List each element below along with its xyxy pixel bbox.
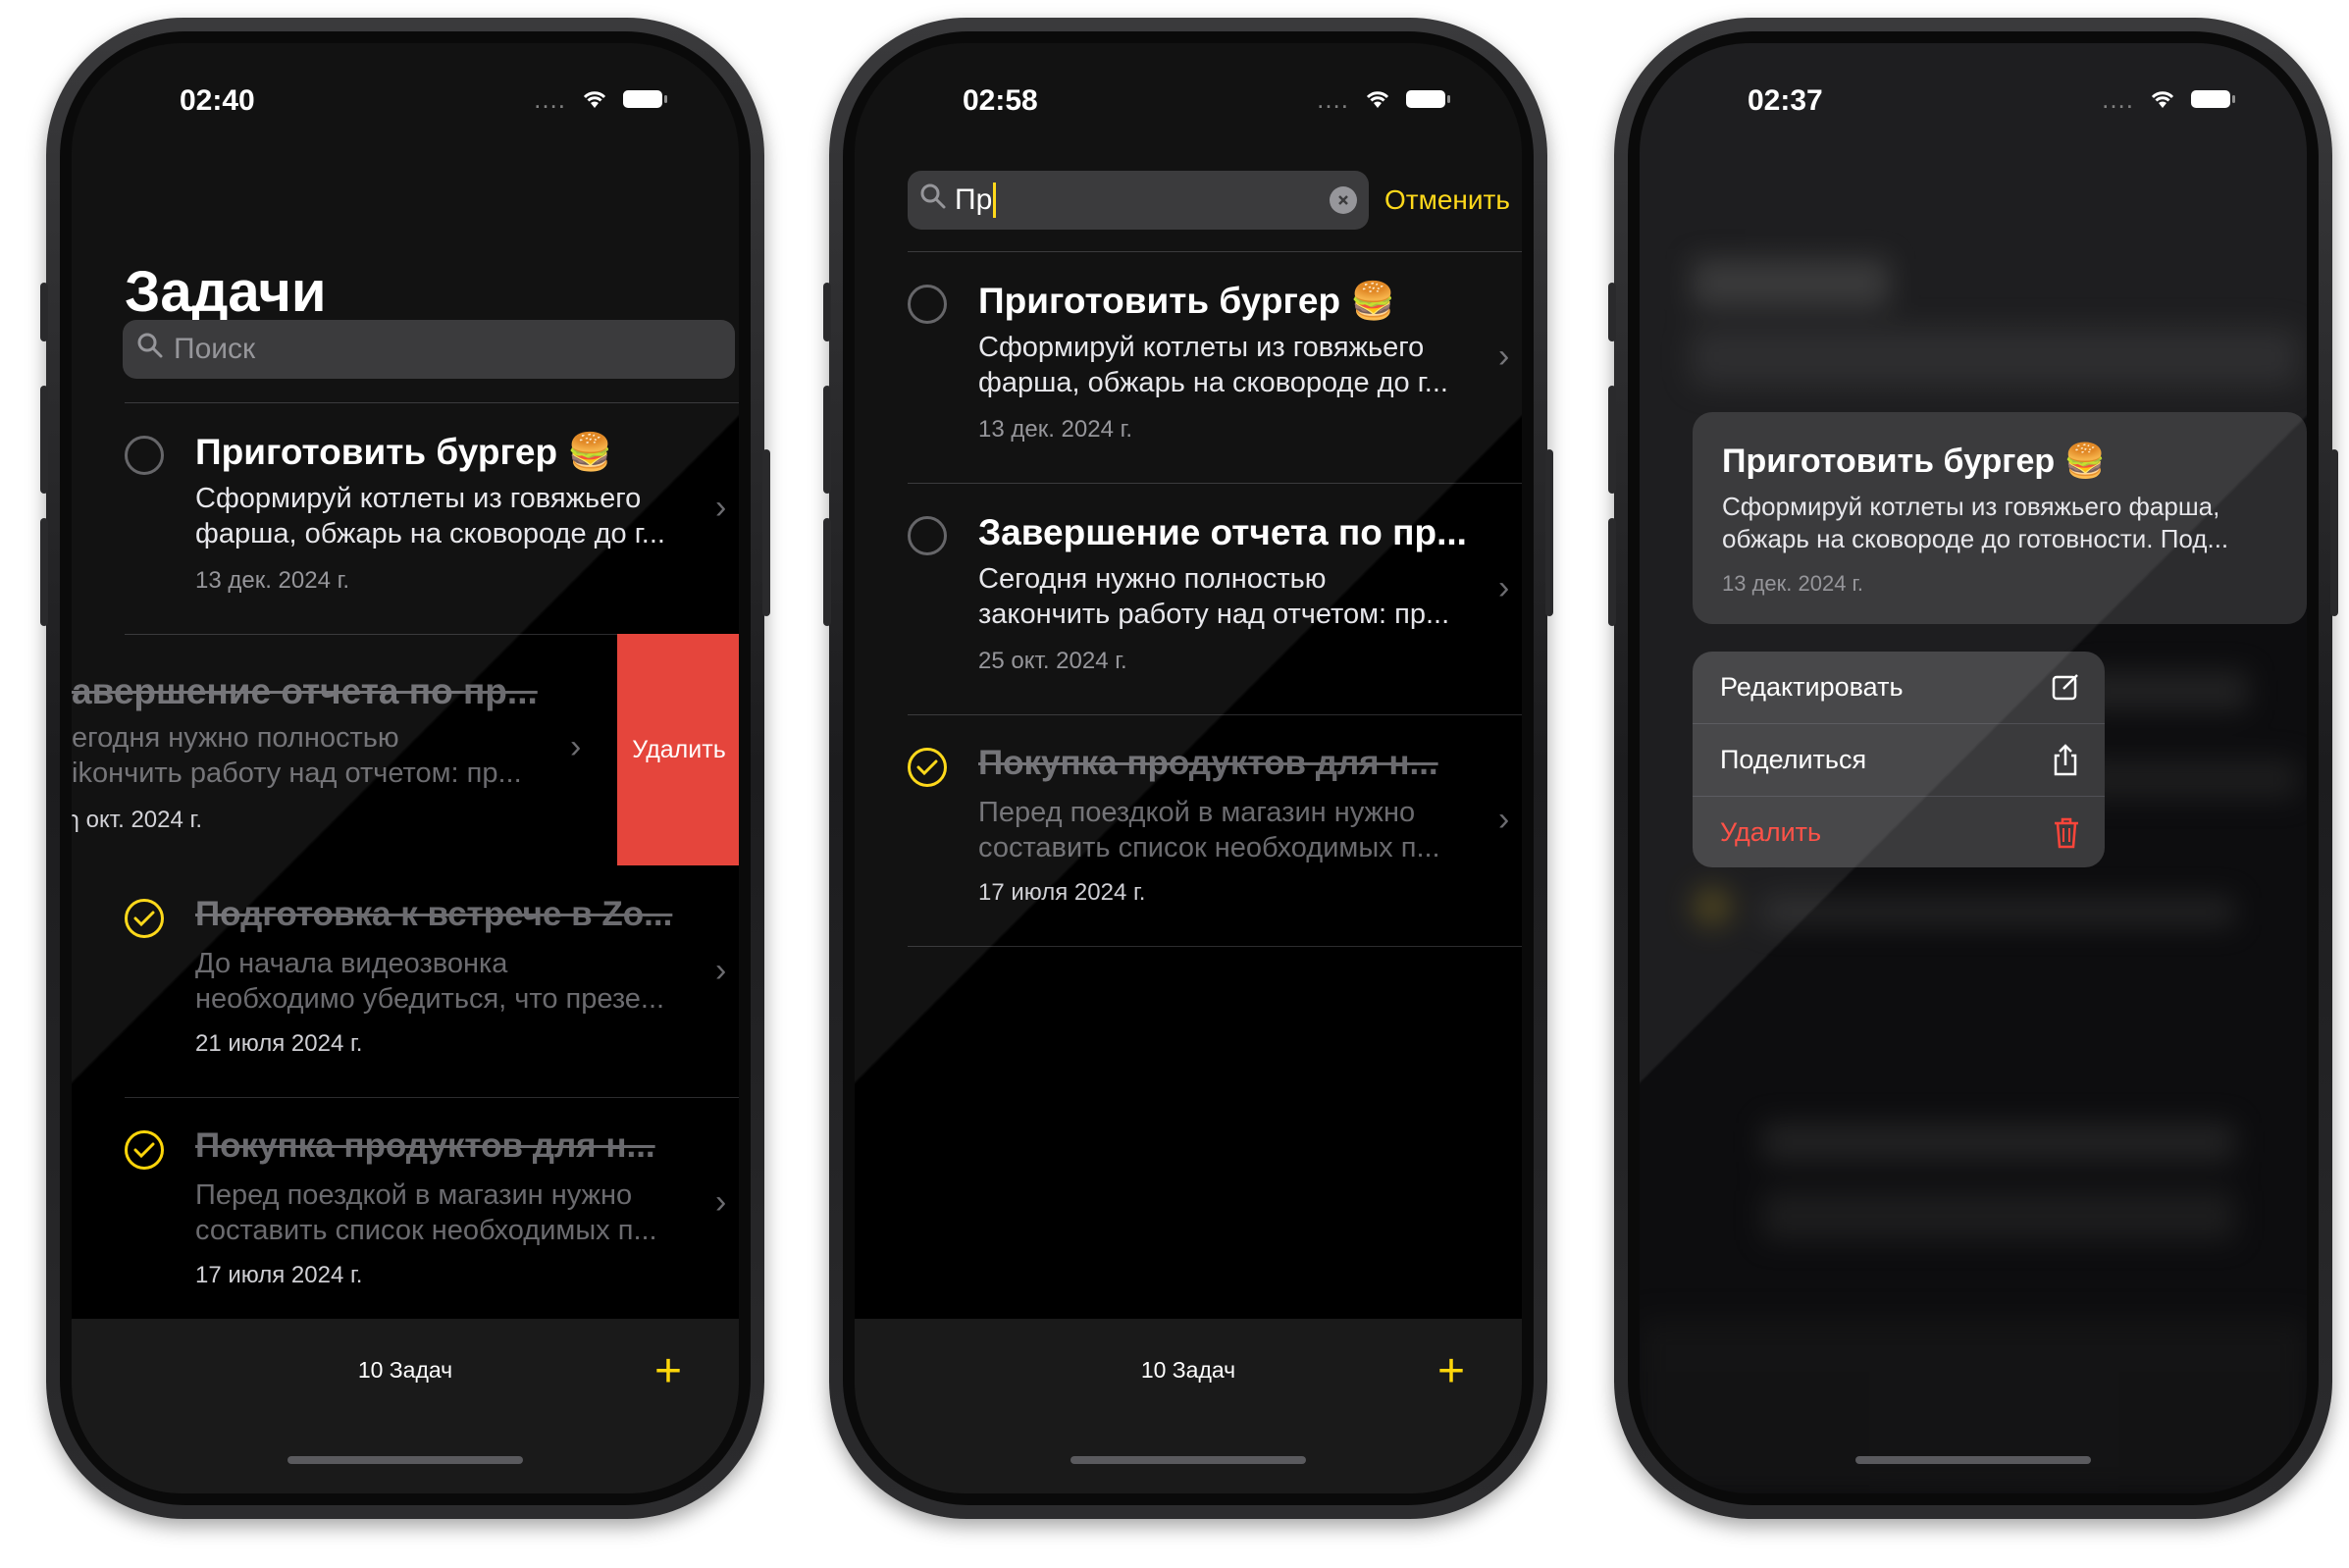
- search-input[interactable]: Пр: [908, 171, 1369, 230]
- task-description: Перед поездкой в магазин нужно составить …: [978, 797, 1440, 863]
- home-indicator[interactable]: [1070, 1456, 1306, 1464]
- menu-item-share[interactable]: Поделиться: [1693, 724, 2105, 796]
- task-date: 25 окт. 2024 г.: [978, 648, 1127, 674]
- task-description: Сформируй котлеты из говяжьего фарша, обж…: [1722, 492, 2229, 553]
- task-title: Завершение отчета по пр...: [978, 512, 1467, 552]
- task-row[interactable]: Покупка продуктов для н... Перед поездко…: [855, 714, 1522, 946]
- battery-icon: [623, 90, 667, 108]
- checkbox-empty-icon[interactable]: [908, 285, 947, 324]
- battery-icon: [1406, 90, 1450, 108]
- chevron-right-icon: ›: [1498, 338, 1510, 375]
- page-title: Задачи: [125, 260, 327, 324]
- battery-icon: [2191, 90, 2235, 108]
- status-icons: ....: [1317, 84, 1450, 114]
- chevron-right-icon: ›: [1498, 569, 1510, 606]
- task-row[interactable]: Приготовить бургер 🍔 Сформируй котлеты и…: [72, 402, 739, 638]
- checkbox-empty-icon[interactable]: [908, 516, 947, 555]
- task-title: Покупка продуктов для н...: [978, 744, 1438, 782]
- task-row[interactable]: Завершение отчета по пр... Сегодня нужно…: [855, 483, 1522, 714]
- swipe-delete-button[interactable]: Удалить: [617, 634, 739, 865]
- status-time: 02:40: [180, 84, 255, 117]
- search-icon: [919, 183, 947, 218]
- phone-frame-1: 02:40 .... Задачи Поиск Приготовить бург…: [40, 18, 770, 1519]
- trash-icon: [2052, 816, 2081, 857]
- edit-icon: [2050, 671, 2081, 709]
- phone-frame-3: 02:37 .... Приготовить бургер 🍔 Сформиру…: [1608, 18, 2338, 1519]
- checkbox-checked-icon[interactable]: [125, 899, 164, 938]
- add-task-button[interactable]: +: [1437, 1348, 1465, 1395]
- status-icons: ....: [2102, 84, 2235, 114]
- task-date: 17 июля 2024 г.: [978, 879, 1146, 906]
- task-row-swiped[interactable]: авершение отчета по пр... егодня нужно п…: [72, 634, 739, 865]
- task-date: 13 дек. 2024 г.: [978, 416, 1133, 443]
- task-row[interactable]: Подготовка к встрече в Zo... До начала в…: [72, 865, 739, 1097]
- chevron-right-icon: ›: [715, 952, 727, 989]
- task-description: егодня нужно полностью ikончить работу на…: [72, 722, 522, 789]
- search-input[interactable]: Поиск: [123, 320, 735, 379]
- screen-task-list: 02:40 .... Задачи Поиск Приготовить бург…: [72, 43, 739, 1493]
- task-date: 13 дек. 2024 г.: [195, 567, 350, 594]
- clear-search-icon[interactable]: [1330, 186, 1357, 214]
- task-description: Сформируй котлеты из говяжьего фарша, обж…: [978, 332, 1448, 398]
- task-description: Сформируй котлеты из говяжьего фарша, обж…: [195, 483, 665, 549]
- signal-icon: ....: [2102, 84, 2134, 114]
- search-value: Пр: [955, 183, 993, 216]
- phone-frame-2: 02:58 .... Пр Отменить Приготовить бурге…: [823, 18, 1553, 1519]
- search-placeholder: Поиск: [174, 333, 256, 365]
- task-count: 10 Задач: [357, 1357, 453, 1383]
- screen-context-menu: 02:37 .... Приготовить бургер 🍔 Сформиру…: [1640, 43, 2307, 1493]
- status-time: 02:58: [963, 84, 1038, 117]
- wifi-icon: [2148, 88, 2177, 110]
- wifi-icon: [580, 88, 609, 110]
- task-date: 13 дек. 2024 г.: [1722, 571, 1864, 596]
- checkbox-checked-icon[interactable]: [125, 1130, 164, 1170]
- chevron-right-icon: ›: [715, 1183, 727, 1221]
- task-title: Подготовка к встрече в Zo...: [195, 895, 673, 933]
- task-description: Перед поездкой в магазин нужно составить …: [195, 1179, 657, 1246]
- wifi-icon: [1363, 88, 1392, 110]
- task-title: авершение отчета по пр...: [72, 671, 538, 711]
- task-description: До начала видеозвонка необходимо убедитьс…: [195, 948, 665, 1015]
- signal-icon: ....: [534, 84, 566, 114]
- task-title: Приготовить бургер 🍔: [1722, 443, 2106, 480]
- context-menu: Редактировать Поделиться Удалить: [1693, 652, 2105, 867]
- task-date: 17 июля 2024 г.: [195, 1262, 363, 1288]
- task-description: Сегодня нужно полностью закончить работу …: [978, 563, 1450, 630]
- checkbox-empty-icon[interactable]: [125, 436, 164, 475]
- add-task-button[interactable]: +: [654, 1348, 682, 1395]
- task-title: Приготовить бургер 🍔: [978, 281, 1396, 321]
- chevron-right-icon: ›: [570, 728, 582, 765]
- task-date: ɿ окт. 2024 г.: [72, 807, 202, 833]
- task-count: 10 Задач: [1140, 1357, 1236, 1383]
- task-title: Покупка продуктов для н...: [195, 1126, 655, 1165]
- signal-icon: ....: [1317, 84, 1349, 114]
- chevron-right-icon: ›: [1498, 801, 1510, 838]
- menu-item-delete[interactable]: Удалить: [1693, 797, 2105, 867]
- checkbox-checked-icon[interactable]: [908, 748, 947, 787]
- status-time: 02:37: [1748, 84, 1823, 117]
- screen-search-results: 02:58 .... Пр Отменить Приготовить бурге…: [855, 43, 1522, 1493]
- bottom-toolbar: 10 Задач +: [72, 1319, 739, 1493]
- task-row[interactable]: Покупка продуктов для н... Перед поездко…: [72, 1097, 739, 1329]
- task-date: 21 июля 2024 г.: [195, 1030, 363, 1057]
- cancel-search-button[interactable]: Отменить: [1384, 184, 1510, 216]
- status-icons: ....: [534, 84, 667, 114]
- task-row[interactable]: Приготовить бургер 🍔 Сформируй котлеты и…: [855, 251, 1522, 483]
- task-preview-card[interactable]: Приготовить бургер 🍔 Сформируй котлеты и…: [1693, 412, 2307, 624]
- text-cursor: [993, 183, 997, 218]
- home-indicator[interactable]: [287, 1456, 523, 1464]
- home-indicator[interactable]: [1855, 1456, 2091, 1464]
- chevron-right-icon: ›: [715, 489, 727, 526]
- share-icon: [2050, 744, 2081, 784]
- menu-item-edit[interactable]: Редактировать: [1693, 652, 2105, 723]
- bottom-toolbar: 10 Задач +: [855, 1319, 1522, 1493]
- search-icon: [136, 332, 164, 367]
- task-title: Приготовить бургер 🍔: [195, 432, 613, 472]
